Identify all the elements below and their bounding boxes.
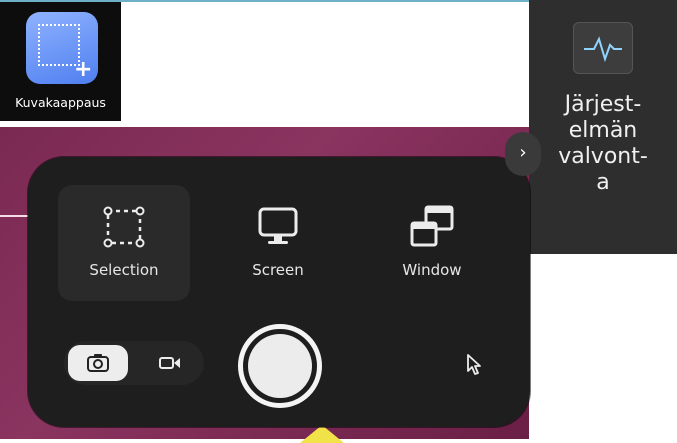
camera-icon [87,354,109,372]
video-camera-icon [159,357,180,369]
mode-label: Screen [252,261,304,279]
show-pointer-toggle[interactable] [456,347,492,383]
capture-type-toggle [64,341,204,385]
screenshot-app-icon: + [26,12,98,84]
mode-selection[interactable]: Selection [58,185,190,301]
system-monitor-tile[interactable]: Järjest- elmän valvont- a [529,0,677,254]
mode-label: Window [402,261,462,279]
strip-top-border [121,0,529,2]
window-icon [410,205,454,247]
mode-screen[interactable]: Screen [212,185,344,301]
capture-button-inner [248,334,312,398]
wallpaper-line [0,215,30,217]
expand-button[interactable]: › [505,132,541,176]
capture-button[interactable] [238,324,322,408]
tile-top-border [0,0,121,2]
screenshot-panel: Selection Screen Window [28,157,530,427]
system-monitor-icon [573,22,633,74]
screenshot-app-tile[interactable]: + Kuvakaappaus [0,0,121,121]
pointer-icon [467,354,481,375]
plus-icon: + [74,57,93,82]
mode-window[interactable]: Window [366,185,498,301]
background-area [529,254,677,439]
pointer-arrow-icon [300,425,344,443]
screencast-toggle[interactable] [140,345,200,381]
screenshot-toggle[interactable] [68,345,128,381]
monitor-icon [258,207,298,244]
app-label: Kuvakaappaus [15,95,106,110]
selection-icon [103,206,145,248]
mode-label: Selection [89,261,159,279]
system-monitor-label: Järjest- elmän valvont- a [558,92,648,195]
window-strip [121,0,529,127]
